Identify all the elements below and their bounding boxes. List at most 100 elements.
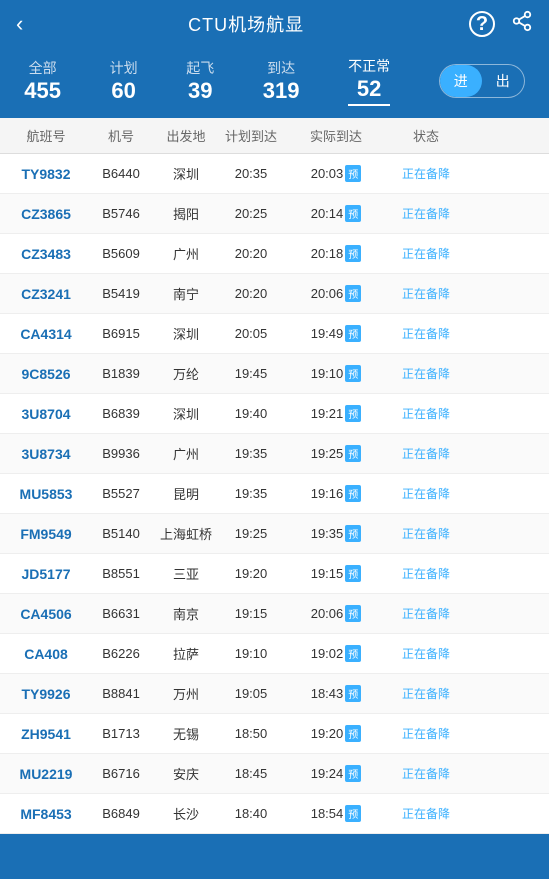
direction-toggle: 进 出 [439, 64, 525, 98]
table-row[interactable]: CA4506 B6631 南京 19:15 20:06 预 正在备降 [0, 594, 549, 634]
cell-scheduled: 19:35 [216, 486, 286, 501]
table-row[interactable]: 3U8734 B9936 广州 19:35 19:25 预 正在备降 [0, 434, 549, 474]
cell-status: 正在备降 [386, 525, 466, 542]
cell-actual: 19:49 预 [286, 325, 386, 342]
cell-status: 正在备降 [386, 165, 466, 182]
actual-time: 20:03 [311, 166, 344, 181]
stat-arrived[interactable]: 到达 319 [263, 58, 300, 104]
stat-arrived-label: 到达 [267, 58, 295, 78]
actual-time: 19:20 [311, 726, 344, 741]
app-header: ‹ CTU机场航显 ? [0, 0, 549, 48]
table-row[interactable]: JD5177 B8551 三亚 19:20 19:15 预 正在备降 [0, 554, 549, 594]
table-row[interactable]: TY9926 B8841 万州 19:05 18:43 预 正在备降 [0, 674, 549, 714]
early-badge: 预 [345, 645, 361, 662]
cell-plane: B5140 [86, 526, 156, 541]
cell-scheduled: 20:20 [216, 246, 286, 261]
help-icon[interactable]: ? [469, 11, 495, 37]
cell-actual: 19:02 预 [286, 645, 386, 662]
col-scheduled: 计划到达 [216, 126, 286, 145]
cell-plane: B6440 [86, 166, 156, 181]
cell-actual: 19:25 预 [286, 445, 386, 462]
table-row[interactable]: MU2219 B6716 安庆 18:45 19:24 预 正在备降 [0, 754, 549, 794]
cell-origin: 万纶 [156, 364, 216, 383]
cell-actual: 19:35 预 [286, 525, 386, 542]
table-row[interactable]: 3U8704 B6839 深圳 19:40 19:21 预 正在备降 [0, 394, 549, 434]
col-plane: 机号 [86, 126, 156, 145]
cell-plane: B1713 [86, 726, 156, 741]
actual-time: 19:35 [311, 526, 344, 541]
stat-scheduled[interactable]: 计划 60 [110, 58, 138, 104]
cell-actual: 20:06 预 [286, 605, 386, 622]
early-badge: 预 [345, 525, 361, 542]
cell-plane: B6226 [86, 646, 156, 661]
stat-abnormal-value: 52 [357, 76, 381, 102]
cell-flight: CZ3241 [6, 286, 86, 302]
cell-plane: B5419 [86, 286, 156, 301]
cell-origin: 南京 [156, 604, 216, 623]
stat-abnormal[interactable]: 不正常 52 [348, 56, 390, 106]
cell-status: 正在备降 [386, 765, 466, 782]
table-row[interactable]: 9C8526 B1839 万纶 19:45 19:10 预 正在备降 [0, 354, 549, 394]
cell-scheduled: 19:45 [216, 366, 286, 381]
cell-status: 正在备降 [386, 645, 466, 662]
table-row[interactable]: CZ3483 B5609 广州 20:20 20:18 预 正在备降 [0, 234, 549, 274]
early-badge: 预 [345, 725, 361, 742]
cell-actual: 19:24 预 [286, 765, 386, 782]
table-row[interactable]: MF8453 B6849 长沙 18:40 18:54 预 正在备降 [0, 794, 549, 834]
table-row[interactable]: CZ3865 B5746 揭阳 20:25 20:14 预 正在备降 [0, 194, 549, 234]
cell-scheduled: 18:40 [216, 806, 286, 821]
back-icon[interactable]: ‹ [16, 11, 23, 37]
actual-time: 19:25 [311, 446, 344, 461]
actual-time: 20:06 [311, 606, 344, 621]
table-row[interactable]: FM9549 B5140 上海虹桥 19:25 19:35 预 正在备降 [0, 514, 549, 554]
cell-flight: 9C8526 [6, 366, 86, 382]
cell-scheduled: 20:25 [216, 206, 286, 221]
early-badge: 预 [345, 245, 361, 262]
stat-departed[interactable]: 起飞 39 [186, 58, 214, 104]
stat-all[interactable]: 全部 455 [24, 58, 61, 104]
table-row[interactable]: CZ3241 B5419 南宁 20:20 20:06 预 正在备降 [0, 274, 549, 314]
cell-status: 正在备降 [386, 725, 466, 742]
cell-origin: 广州 [156, 244, 216, 263]
table-row[interactable]: CA408 B6226 拉萨 19:10 19:02 预 正在备降 [0, 634, 549, 674]
cell-status: 正在备降 [386, 445, 466, 462]
actual-time: 20:14 [311, 206, 344, 221]
cell-plane: B9936 [86, 446, 156, 461]
stats-bar: 全部 455 计划 60 起飞 39 到达 319 不正常 52 进 出 [0, 48, 549, 118]
table-row[interactable]: ZH9541 B1713 无锡 18:50 19:20 预 正在备降 [0, 714, 549, 754]
cell-status: 正在备降 [386, 405, 466, 422]
cell-flight: CZ3483 [6, 246, 86, 262]
share-icon[interactable] [511, 10, 533, 38]
col-status: 状态 [386, 126, 466, 145]
cell-scheduled: 20:05 [216, 326, 286, 341]
early-badge: 预 [345, 325, 361, 342]
cell-flight: JD5177 [6, 566, 86, 582]
cell-plane: B5746 [86, 206, 156, 221]
cell-status: 正在备降 [386, 485, 466, 502]
toggle-departures[interactable]: 出 [482, 65, 524, 97]
toggle-arrivals[interactable]: 进 [440, 65, 482, 97]
cell-plane: B8841 [86, 686, 156, 701]
table-row[interactable]: TY9832 B6440 深圳 20:35 20:03 预 正在备降 [0, 154, 549, 194]
actual-time: 18:54 [311, 806, 344, 821]
early-badge: 预 [345, 805, 361, 822]
stat-all-value: 455 [24, 78, 61, 104]
cell-plane: B6631 [86, 606, 156, 621]
cell-plane: B1839 [86, 366, 156, 381]
cell-scheduled: 18:50 [216, 726, 286, 741]
stat-departed-label: 起飞 [186, 58, 214, 78]
cell-origin: 安庆 [156, 764, 216, 783]
cell-flight: MF8453 [6, 806, 86, 822]
cell-actual: 20:18 预 [286, 245, 386, 262]
table-row[interactable]: CA4314 B6915 深圳 20:05 19:49 预 正在备降 [0, 314, 549, 354]
cell-origin: 长沙 [156, 804, 216, 823]
cell-origin: 万州 [156, 684, 216, 703]
app-title: CTU机场航显 [188, 11, 304, 37]
cell-flight: CZ3865 [6, 206, 86, 222]
cell-actual: 19:10 预 [286, 365, 386, 382]
cell-actual: 20:14 预 [286, 205, 386, 222]
cell-plane: B8551 [86, 566, 156, 581]
cell-scheduled: 18:45 [216, 766, 286, 781]
early-badge: 预 [345, 165, 361, 182]
table-row[interactable]: MU5853 B5527 昆明 19:35 19:16 预 正在备降 [0, 474, 549, 514]
